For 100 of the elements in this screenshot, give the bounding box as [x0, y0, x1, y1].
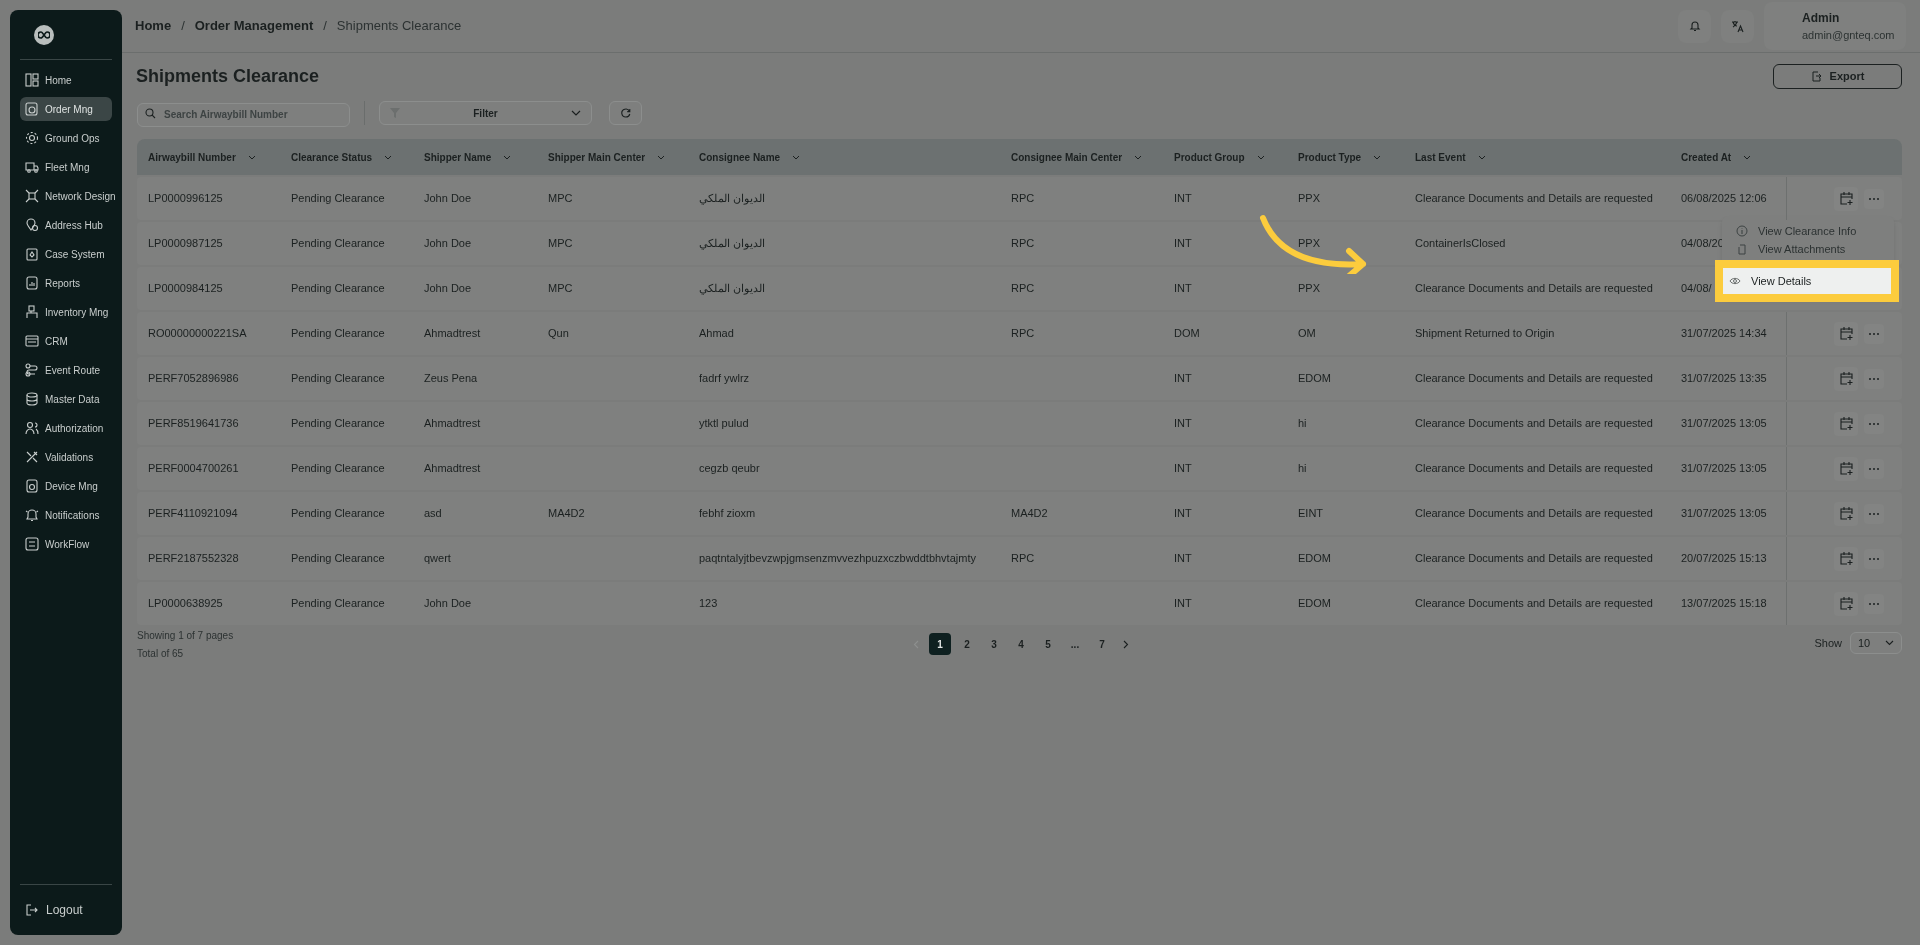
- sidebar-item[interactable]: Notifications: [20, 503, 112, 527]
- table-cell: asd: [424, 507, 442, 520]
- sidebar-item[interactable]: Order Mng: [20, 97, 112, 121]
- table-cell: EDOM: [1298, 372, 1331, 385]
- breadcrumb-link[interactable]: Order Management: [194, 16, 314, 36]
- pages-summary: Showing 1 of 7 pages: [137, 629, 235, 643]
- breadcrumb-separator: /: [181, 17, 185, 36]
- column-header[interactable]: Airwaybill Number: [148, 149, 291, 165]
- sidebar-item[interactable]: Reports: [20, 271, 112, 295]
- table-cell: Ahmadtrest: [424, 462, 481, 475]
- user-email: admin@gnteq.com: [1802, 27, 1896, 43]
- table-cell: MPC: [548, 282, 573, 295]
- sidebar-item[interactable]: Address Hub: [20, 213, 112, 237]
- table-cell: Qun: [548, 327, 569, 340]
- breadcrumb-link[interactable]: Home: [135, 16, 172, 36]
- table-cell: RPC: [1011, 282, 1035, 295]
- table-cell: 04/08/20: [1681, 237, 1724, 250]
- table-cell: RPC: [1011, 552, 1035, 565]
- table-cell: Pending Clearance: [291, 597, 385, 610]
- table-cell: PPX: [1298, 282, 1320, 295]
- table-cell: PERF2187552328: [148, 552, 239, 565]
- logout-button[interactable]: Logout: [20, 897, 89, 923]
- table-cell: Clearance Documents and Details are requested: [1415, 282, 1653, 295]
- table-cell: PPX: [1298, 192, 1320, 205]
- sidebar-item[interactable]: Device Mng: [20, 474, 112, 498]
- page-button[interactable]: 7: [1091, 633, 1113, 655]
- breadcrumb-current: Shipments Clearance: [336, 17, 462, 36]
- table-cell: 31/07/2025 13:05: [1681, 507, 1767, 520]
- table-cell: INT: [1174, 597, 1192, 610]
- table-cell: qwert: [424, 552, 451, 565]
- sidebar-item[interactable]: WorkFlow: [20, 532, 112, 556]
- export-button[interactable]: Export: [1773, 64, 1902, 89]
- column-header[interactable]: Product Type: [1298, 149, 1415, 165]
- table-cell: PERF8519641736: [148, 417, 239, 430]
- sidebar-item[interactable]: Home: [20, 68, 112, 92]
- sidebar-item[interactable]: Case System: [20, 242, 112, 266]
- table-cell: paqtntalyjtbevzwpjgmsenzmvvezhpuzxczbwddtbhvtajmty: [699, 552, 976, 565]
- table-cell: EDOM: [1298, 597, 1331, 610]
- table-cell: LP0000996125: [148, 192, 223, 205]
- menu-item[interactable]: View Details: [1723, 268, 1891, 294]
- table-cell: fadrf ywlrz: [699, 372, 750, 385]
- column-header[interactable]: Created At: [1681, 149, 1786, 165]
- table-cell: RPC: [1011, 237, 1035, 250]
- search-field[interactable]: Search Airwaybill Number: [137, 102, 350, 127]
- table-cell: الديوان الملكي: [699, 282, 766, 295]
- table-cell: Clearance Documents and Details are requested: [1415, 462, 1653, 475]
- page-button[interactable]: 1: [929, 633, 951, 655]
- sidebar-item[interactable]: CRM: [20, 329, 112, 353]
- page-size-label: Show: [1814, 635, 1842, 651]
- page-button[interactable]: ...: [1064, 633, 1086, 655]
- sidebar-item[interactable]: Inventory Mng: [20, 300, 112, 324]
- page-size-select[interactable]: 10: [1850, 632, 1902, 654]
- table-cell: Pending Clearance: [291, 507, 385, 520]
- page-button[interactable]: 2: [956, 633, 978, 655]
- table-cell: Clearance Documents and Details are requested: [1415, 507, 1653, 520]
- table-cell: RPC: [1011, 192, 1035, 205]
- table-cell: John Doe: [424, 597, 472, 610]
- filter-dropdown[interactable]: Filter: [379, 101, 592, 125]
- table-cell: INT: [1174, 282, 1192, 295]
- page-button[interactable]: 3: [983, 633, 1005, 655]
- table-cell: DOM: [1174, 327, 1200, 340]
- table-cell: Clearance Documents and Details are requested: [1415, 552, 1653, 565]
- sidebar-item[interactable]: Authorization: [20, 416, 112, 440]
- menu-item[interactable]: View Attachments: [1730, 240, 1886, 258]
- table-cell: INT: [1174, 372, 1192, 385]
- table-cell: ContainerIsClosed: [1415, 237, 1506, 250]
- sidebar-item[interactable]: Master Data: [20, 387, 112, 411]
- menu-item[interactable]: View Clearance Info: [1730, 222, 1886, 240]
- column-header[interactable]: Clearance Status: [291, 149, 424, 165]
- page-button[interactable]: 4: [1010, 633, 1032, 655]
- column-header[interactable]: Consignee Main Center: [1011, 149, 1174, 165]
- column-header[interactable]: Last Event: [1415, 149, 1681, 165]
- table-cell: PERF7052896986: [148, 372, 239, 385]
- table-cell: RO00000000221SA: [148, 327, 247, 340]
- sidebar-item[interactable]: Event Route: [20, 358, 112, 382]
- table-cell: Pending Clearance: [291, 282, 385, 295]
- table-cell: John Doe: [424, 192, 472, 205]
- sidebar-item[interactable]: Validations: [20, 445, 112, 469]
- table-cell: RPC: [1011, 327, 1035, 340]
- table-cell: 31/07/2025 13:05: [1681, 417, 1767, 430]
- user-card[interactable]: Admin admin@gnteq.com: [1764, 2, 1906, 50]
- page-button[interactable]: 5: [1037, 633, 1059, 655]
- table-cell: Clearance Documents and Details are requested: [1415, 597, 1653, 610]
- table-cell: 31/07/2025 13:35: [1681, 372, 1767, 385]
- table-cell: Ahmadtrest: [424, 327, 481, 340]
- table-cell: Pending Clearance: [291, 462, 385, 475]
- table-cell: cegzb qeubr: [699, 462, 760, 475]
- table-cell: INT: [1174, 192, 1192, 205]
- user-name: Admin: [1802, 9, 1841, 27]
- table-cell: Pending Clearance: [291, 192, 385, 205]
- column-header[interactable]: Product Group: [1174, 149, 1298, 165]
- column-header[interactable]: Shipper Name: [424, 149, 548, 165]
- table-cell: ytktl pulud: [699, 417, 749, 430]
- table-cell: Pending Clearance: [291, 237, 385, 250]
- sidebar-item[interactable]: Ground Ops: [20, 126, 112, 150]
- column-header[interactable]: Shipper Main Center: [548, 149, 699, 165]
- column-header[interactable]: Consignee Name: [699, 149, 1011, 165]
- table-cell: Ahmadtrest: [424, 417, 481, 430]
- table-cell: Clearance Documents and Details are requested: [1415, 192, 1653, 205]
- sidebar-item[interactable]: Fleet Mng: [20, 155, 112, 179]
